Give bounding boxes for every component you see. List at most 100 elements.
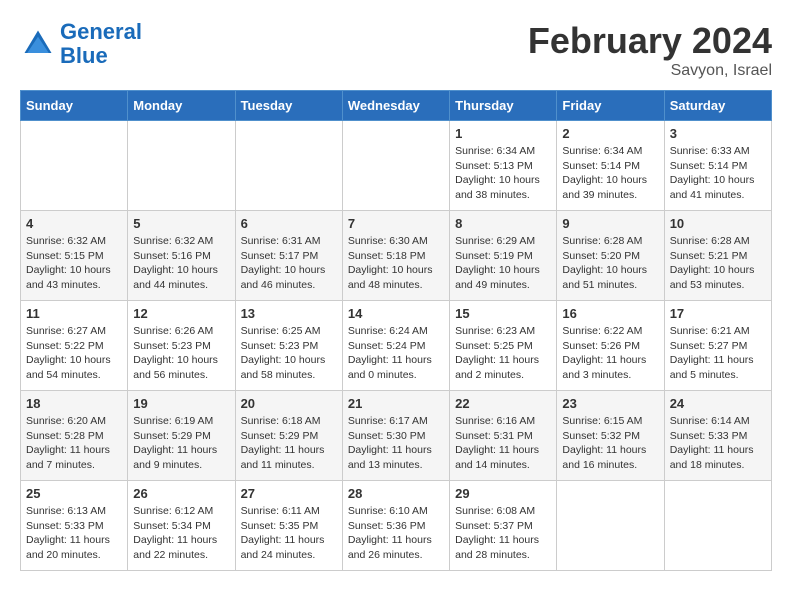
- day-number: 23: [562, 396, 658, 411]
- day-number: 19: [133, 396, 229, 411]
- calendar-cell: 19 Sunrise: 6:19 AM Sunset: 5:29 PM Dayli…: [128, 391, 235, 481]
- day-number: 22: [455, 396, 551, 411]
- day-info: Sunrise: 6:20 AM Sunset: 5:28 PM Dayligh…: [26, 414, 122, 473]
- day-info: Sunrise: 6:12 AM Sunset: 5:34 PM Dayligh…: [133, 504, 229, 563]
- day-number: 2: [562, 126, 658, 141]
- calendar-cell: 17Sunrise: 6:21 AM Sunset: 5:27 PM Dayli…: [664, 301, 771, 391]
- day-info: Sunrise: 6:34 AM Sunset: 5:14 PM Dayligh…: [562, 144, 658, 203]
- weekday-header-friday: Friday: [557, 91, 664, 121]
- day-number: 24: [670, 396, 766, 411]
- day-number: 14: [348, 306, 444, 321]
- day-number: 13: [241, 306, 337, 321]
- day-info: Sunrise: 6:32 AM Sunset: 5:16 PM Dayligh…: [133, 234, 229, 293]
- day-number: 20: [241, 396, 337, 411]
- day-info: Sunrise: 6:28 AM Sunset: 5:20 PM Dayligh…: [562, 234, 658, 293]
- calendar-week-5: 25 Sunrise: 6:13 AM Sunset: 5:33 PM Dayli…: [21, 481, 772, 571]
- day-info: Sunrise: 6:08 AM Sunset: 5:37 PM Dayligh…: [455, 504, 551, 563]
- calendar-cell: 18 Sunrise: 6:20 AM Sunset: 5:28 PM Dayli…: [21, 391, 128, 481]
- day-number: 21: [348, 396, 444, 411]
- calendar-cell: 4 Sunrise: 6:32 AM Sunset: 5:15 PM Daylig…: [21, 211, 128, 301]
- day-number: 25: [26, 486, 122, 501]
- calendar-cell: 12 Sunrise: 6:26 AM Sunset: 5:23 PM Dayli…: [128, 301, 235, 391]
- day-number: 10: [670, 216, 766, 231]
- calendar-cell: 20 Sunrise: 6:18 AM Sunset: 5:29 PM Dayli…: [235, 391, 342, 481]
- calendar-cell: 28 Sunrise: 6:10 AM Sunset: 5:36 PM Dayli…: [342, 481, 449, 571]
- calendar-cell: 1 Sunrise: 6:34 AM Sunset: 5:13 PM Daylig…: [450, 121, 557, 211]
- logo-blue: Blue: [60, 43, 108, 68]
- calendar-body: 1 Sunrise: 6:34 AM Sunset: 5:13 PM Daylig…: [21, 121, 772, 571]
- weekday-header-wednesday: Wednesday: [342, 91, 449, 121]
- calendar-cell: 6Sunrise: 6:31 AM Sunset: 5:17 PM Daylig…: [235, 211, 342, 301]
- calendar-cell: 22 Sunrise: 6:16 AM Sunset: 5:31 PM Dayli…: [450, 391, 557, 481]
- calendar-cell: 29 Sunrise: 6:08 AM Sunset: 5:37 PM Dayli…: [450, 481, 557, 571]
- calendar-cell: 27 Sunrise: 6:11 AM Sunset: 5:35 PM Dayli…: [235, 481, 342, 571]
- day-info: Sunrise: 6:19 AM Sunset: 5:29 PM Dayligh…: [133, 414, 229, 473]
- day-info: Sunrise: 6:34 AM Sunset: 5:13 PM Dayligh…: [455, 144, 551, 203]
- day-info: Sunrise: 6:28 AM Sunset: 5:21 PM Dayligh…: [670, 234, 766, 293]
- weekday-row: SundayMondayTuesdayWednesdayThursdayFrid…: [21, 91, 772, 121]
- calendar-cell: 24Sunrise: 6:14 AM Sunset: 5:33 PM Dayli…: [664, 391, 771, 481]
- day-number: 7: [348, 216, 444, 231]
- calendar-cell: 16Sunrise: 6:22 AM Sunset: 5:26 PM Dayli…: [557, 301, 664, 391]
- day-number: 3: [670, 126, 766, 141]
- logo: General Blue: [20, 20, 142, 68]
- day-info: Sunrise: 6:24 AM Sunset: 5:24 PM Dayligh…: [348, 324, 444, 383]
- calendar-cell: 15 Sunrise: 6:23 AM Sunset: 5:25 PM Dayli…: [450, 301, 557, 391]
- day-number: 15: [455, 306, 551, 321]
- logo-text: General Blue: [60, 20, 142, 68]
- day-info: Sunrise: 6:11 AM Sunset: 5:35 PM Dayligh…: [241, 504, 337, 563]
- day-info: Sunrise: 6:10 AM Sunset: 5:36 PM Dayligh…: [348, 504, 444, 563]
- day-info: Sunrise: 6:30 AM Sunset: 5:18 PM Dayligh…: [348, 234, 444, 293]
- day-info: Sunrise: 6:16 AM Sunset: 5:31 PM Dayligh…: [455, 414, 551, 473]
- day-number: 26: [133, 486, 229, 501]
- weekday-header-tuesday: Tuesday: [235, 91, 342, 121]
- day-info: Sunrise: 6:32 AM Sunset: 5:15 PM Dayligh…: [26, 234, 122, 293]
- day-number: 12: [133, 306, 229, 321]
- calendar-cell: 5 Sunrise: 6:32 AM Sunset: 5:16 PM Daylig…: [128, 211, 235, 301]
- calendar-cell: 7 Sunrise: 6:30 AM Sunset: 5:18 PM Daylig…: [342, 211, 449, 301]
- day-info: Sunrise: 6:33 AM Sunset: 5:14 PM Dayligh…: [670, 144, 766, 203]
- day-number: 28: [348, 486, 444, 501]
- calendar-week-4: 18 Sunrise: 6:20 AM Sunset: 5:28 PM Dayli…: [21, 391, 772, 481]
- day-info: Sunrise: 6:26 AM Sunset: 5:23 PM Dayligh…: [133, 324, 229, 383]
- day-info: Sunrise: 6:18 AM Sunset: 5:29 PM Dayligh…: [241, 414, 337, 473]
- day-number: 6: [241, 216, 337, 231]
- calendar-week-1: 1 Sunrise: 6:34 AM Sunset: 5:13 PM Daylig…: [21, 121, 772, 211]
- day-number: 18: [26, 396, 122, 411]
- weekday-header-saturday: Saturday: [664, 91, 771, 121]
- day-info: Sunrise: 6:22 AM Sunset: 5:26 PM Dayligh…: [562, 324, 658, 383]
- weekday-header-monday: Monday: [128, 91, 235, 121]
- day-number: 11: [26, 306, 122, 321]
- calendar-cell: 23Sunrise: 6:15 AM Sunset: 5:32 PM Dayli…: [557, 391, 664, 481]
- subtitle: Savyon, Israel: [528, 62, 772, 80]
- calendar-header: SundayMondayTuesdayWednesdayThursdayFrid…: [21, 91, 772, 121]
- day-info: Sunrise: 6:13 AM Sunset: 5:33 PM Dayligh…: [26, 504, 122, 563]
- day-number: 5: [133, 216, 229, 231]
- day-number: 27: [241, 486, 337, 501]
- calendar-table: SundayMondayTuesdayWednesdayThursdayFrid…: [20, 90, 772, 571]
- day-number: 4: [26, 216, 122, 231]
- calendar-cell: 21 Sunrise: 6:17 AM Sunset: 5:30 PM Dayli…: [342, 391, 449, 481]
- calendar-cell: 3 Sunrise: 6:33 AM Sunset: 5:14 PM Daylig…: [664, 121, 771, 211]
- day-number: 1: [455, 126, 551, 141]
- calendar-cell: [342, 121, 449, 211]
- day-number: 29: [455, 486, 551, 501]
- day-info: Sunrise: 6:29 AM Sunset: 5:19 PM Dayligh…: [455, 234, 551, 293]
- calendar-cell: [557, 481, 664, 571]
- calendar-cell: [21, 121, 128, 211]
- calendar-cell: 13Sunrise: 6:25 AM Sunset: 5:23 PM Dayli…: [235, 301, 342, 391]
- calendar-cell: 25 Sunrise: 6:13 AM Sunset: 5:33 PM Dayli…: [21, 481, 128, 571]
- calendar-cell: 14 Sunrise: 6:24 AM Sunset: 5:24 PM Dayli…: [342, 301, 449, 391]
- page-header: General Blue February 2024 Savyon, Israe…: [20, 20, 772, 80]
- calendar-cell: 26 Sunrise: 6:12 AM Sunset: 5:34 PM Dayli…: [128, 481, 235, 571]
- day-info: Sunrise: 6:17 AM Sunset: 5:30 PM Dayligh…: [348, 414, 444, 473]
- calendar-cell: [235, 121, 342, 211]
- day-info: Sunrise: 6:23 AM Sunset: 5:25 PM Dayligh…: [455, 324, 551, 383]
- day-number: 8: [455, 216, 551, 231]
- day-info: Sunrise: 6:27 AM Sunset: 5:22 PM Dayligh…: [26, 324, 122, 383]
- calendar-cell: 11 Sunrise: 6:27 AM Sunset: 5:22 PM Dayli…: [21, 301, 128, 391]
- calendar-week-2: 4 Sunrise: 6:32 AM Sunset: 5:15 PM Daylig…: [21, 211, 772, 301]
- day-number: 17: [670, 306, 766, 321]
- calendar-cell: 8 Sunrise: 6:29 AM Sunset: 5:19 PM Daylig…: [450, 211, 557, 301]
- logo-general: General: [60, 19, 142, 44]
